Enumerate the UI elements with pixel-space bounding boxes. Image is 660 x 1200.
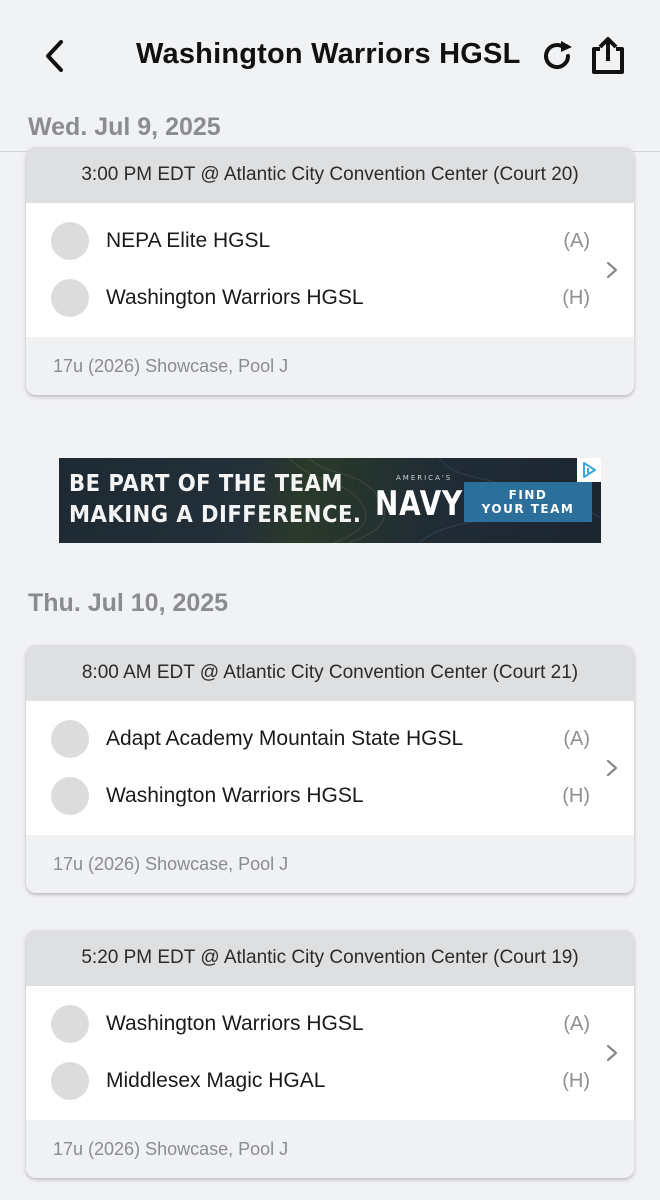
refresh-icon [544,41,572,70]
back-button[interactable] [36,36,72,76]
page-title: Washington Warriors HGSL [136,38,521,70]
ad-cta-line2: YOUR TEAM [481,502,575,516]
share-button[interactable] [586,34,630,76]
team-name: Washington Warriors HGSL [106,1012,364,1035]
chevron-right-icon [606,759,618,777]
team-logo [51,222,89,260]
team-row: Adapt Academy Mountain State HGSL (A) [26,711,634,767]
game-teams: Washington Warriors HGSL (A) Middlesex M… [26,986,634,1120]
team-logo [51,777,89,815]
ad-banner[interactable]: BE PART OF THE TEAM MAKING A DIFFERENCE.… [59,458,601,543]
team-side: (H) [562,1069,590,1092]
ad-brand: NAVY [375,484,464,524]
game-card[interactable]: 3:00 PM EDT @ Atlantic City Convention C… [26,147,634,395]
team-name: Middlesex Magic HGAL [106,1069,326,1092]
game-time-location: 8:00 AM EDT @ Atlantic City Convention C… [26,645,634,701]
team-row: Washington Warriors HGSL (H) [26,270,634,326]
refresh-button[interactable] [538,36,576,76]
date-heading: Wed. Jul 9, 2025 [28,113,221,141]
team-name: Adapt Academy Mountain State HGSL [106,727,464,750]
chevron-right-icon [606,261,618,279]
team-logo [51,1062,89,1100]
team-side: (A) [563,1012,590,1035]
game-division: 17u (2026) Showcase, Pool J [26,835,634,893]
team-side: (H) [562,286,590,309]
adchoices-icon[interactable] [577,458,601,482]
team-name: Washington Warriors HGSL [106,784,364,807]
game-teams: NEPA Elite HGSL (A) Washington Warriors … [26,203,634,337]
ad-cta-button[interactable]: FIND YOUR TEAM [464,482,592,522]
ad-cta-line1: FIND [508,488,548,502]
game-division: 17u (2026) Showcase, Pool J [26,337,634,395]
app-header: Washington Warriors HGSL [0,0,660,108]
game-card[interactable]: 5:20 PM EDT @ Atlantic City Convention C… [26,930,634,1178]
ad-headline-line2: MAKING A DIFFERENCE. [69,502,362,528]
chevron-left-icon [46,40,63,72]
team-logo [51,279,89,317]
team-side: (A) [563,727,590,750]
game-teams: Adapt Academy Mountain State HGSL (A) Wa… [26,701,634,835]
game-time-location: 5:20 PM EDT @ Atlantic City Convention C… [26,930,634,986]
team-side: (H) [562,784,590,807]
team-row: Washington Warriors HGSL (A) [26,996,634,1052]
ad-brand-small: AMERICA'S [396,474,453,482]
team-name: NEPA Elite HGSL [106,229,271,252]
chevron-right-icon [606,1044,618,1062]
team-row: Washington Warriors HGSL (H) [26,768,634,824]
team-name: Washington Warriors HGSL [106,286,364,309]
team-row: NEPA Elite HGSL (A) [26,213,634,269]
team-logo [51,720,89,758]
team-logo [51,1005,89,1043]
ad-headline-line1: BE PART OF THE TEAM [69,471,343,497]
game-time-location: 3:00 PM EDT @ Atlantic City Convention C… [26,147,634,203]
share-icon [592,37,624,74]
date-heading: Thu. Jul 10, 2025 [28,589,229,617]
game-division: 17u (2026) Showcase, Pool J [26,1120,634,1178]
game-card[interactable]: 8:00 AM EDT @ Atlantic City Convention C… [26,645,634,893]
team-row: Middlesex Magic HGAL (H) [26,1053,634,1109]
team-side: (A) [563,229,590,252]
